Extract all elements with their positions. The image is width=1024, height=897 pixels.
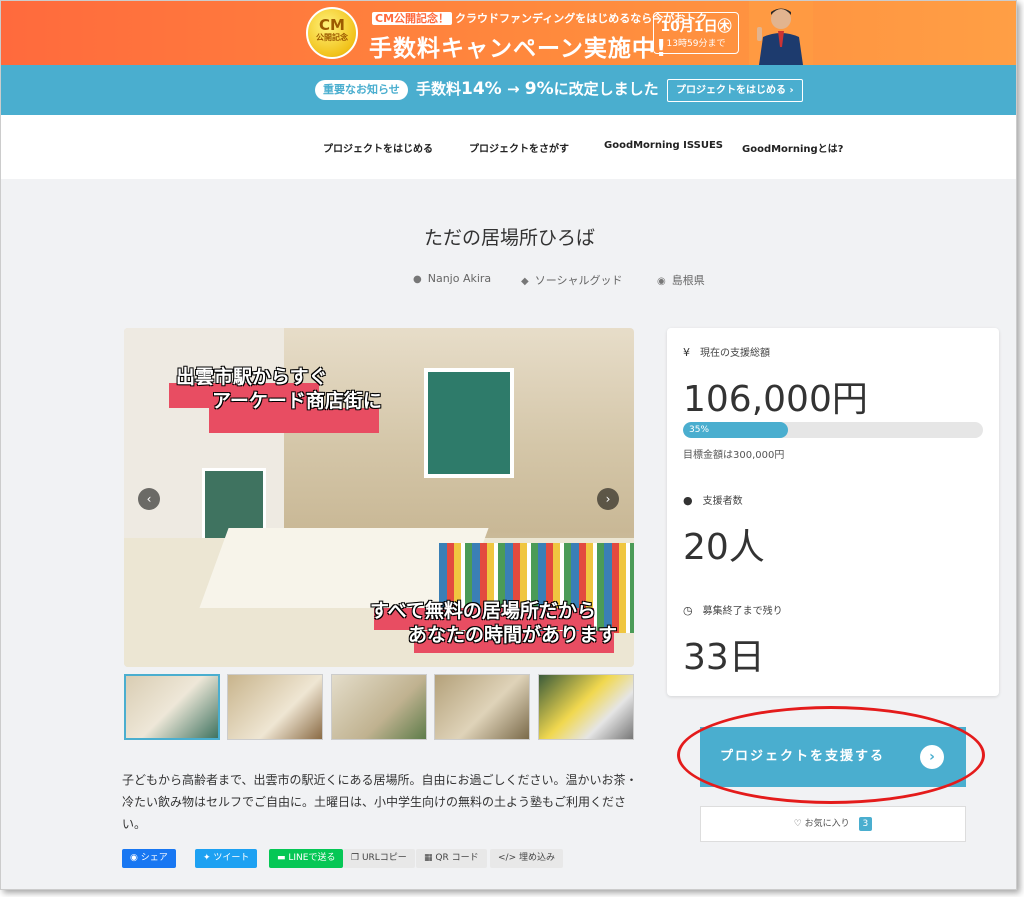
campaign-banner[interactable]: CM 公開記念 CM公開記念！ クラウドファンディングをはじめるなら今がおトク 手… bbox=[1, 1, 1016, 65]
remaining-label: ◷ 募集終了まで残り bbox=[683, 602, 783, 617]
twitter-share-label: ツイート bbox=[213, 853, 250, 863]
location-name: 島根県 bbox=[671, 274, 705, 287]
campaign-date: 10月1日㊍ bbox=[660, 19, 732, 35]
start-project-button[interactable]: プロジェクトをはじめる › bbox=[667, 79, 803, 102]
arrow-right-icon: › bbox=[920, 745, 944, 769]
main-nav: プロジェクトをはじめる プロジェクトをさがす GoodMorning ISSUE… bbox=[1, 115, 1016, 179]
yen-icon: ¥ bbox=[683, 346, 690, 359]
thumbnail[interactable] bbox=[227, 674, 323, 740]
amount-value: 106,000円 bbox=[683, 379, 868, 420]
qr-code-button[interactable]: ▦ QR コード bbox=[416, 849, 487, 868]
goal-amount: 目標金額は300,000円 bbox=[683, 450, 785, 461]
remaining-value: 33日 bbox=[683, 637, 765, 678]
notice-tag: 重要なお知らせ bbox=[315, 80, 408, 100]
funding-stats-card: ¥ 現在の支援総額 106,000円 35% 目標金額は300,000円 ● 支援者… bbox=[667, 328, 999, 696]
thumbnail[interactable] bbox=[538, 674, 634, 740]
notice-old-rate: 14% bbox=[461, 79, 502, 99]
notice-prefix: 手数料 bbox=[416, 80, 462, 98]
line-share-label: LINEで送る bbox=[288, 853, 336, 863]
funding-progress-fill: 35% bbox=[683, 422, 788, 438]
campaign-deadline: 10月1日㊍ 13時59分まで bbox=[653, 12, 739, 54]
twitter-icon: ✦ bbox=[203, 853, 214, 863]
qr-icon: ▦ bbox=[424, 853, 436, 863]
nav-issues[interactable]: GoodMorning ISSUES bbox=[604, 140, 723, 151]
campaign-subtitle-tag: CM公開記念！ bbox=[372, 12, 453, 25]
thumbnail-strip bbox=[124, 674, 634, 740]
spokesperson-image bbox=[749, 1, 813, 65]
backers-label: ● 支援者数 bbox=[683, 492, 743, 507]
embed-button[interactable]: </> 埋め込み bbox=[490, 849, 563, 868]
cm-badge: CM 公開記念 bbox=[306, 7, 358, 59]
clock-icon: ◷ bbox=[683, 604, 693, 617]
cm-badge-subtitle: 公開記念 bbox=[316, 33, 348, 42]
thumbnail[interactable] bbox=[331, 674, 427, 740]
nav-about[interactable]: GoodMorningとは? bbox=[742, 140, 843, 155]
user-icon: ● bbox=[413, 274, 422, 285]
project-author[interactable]: ● Nanjo Akira bbox=[413, 272, 491, 285]
copy-icon: ❐ bbox=[351, 853, 362, 863]
heart-icon: ♡ bbox=[793, 819, 802, 829]
line-share-button[interactable]: ▬ LINEで送る bbox=[269, 849, 344, 868]
nav-search-project[interactable]: プロジェクトをさがす bbox=[469, 140, 569, 155]
notice-arrow: → bbox=[506, 80, 520, 98]
favorite-button[interactable]: ♡ お気に入り 3 bbox=[700, 806, 966, 842]
amount-label: ¥ 現在の支援総額 bbox=[683, 344, 770, 359]
backers-label-text: 支援者数 bbox=[702, 496, 743, 507]
campaign-time: 13時59分まで bbox=[666, 39, 726, 49]
facebook-share-label: シェア bbox=[140, 853, 168, 863]
remaining-label-text: 募集終了まで残り bbox=[702, 606, 783, 617]
twitter-share-button[interactable]: ✦ ツイート bbox=[195, 849, 258, 868]
favorite-label: お気に入り bbox=[804, 819, 850, 829]
embed-label: 埋め込み bbox=[518, 853, 555, 863]
browser-page: CM 公開記念 CM公開記念！ クラウドファンディングをはじめるなら今がおトク 手… bbox=[0, 0, 1017, 890]
support-project-button[interactable]: プロジェクトを支援する › bbox=[700, 727, 966, 787]
thumbnail[interactable] bbox=[434, 674, 530, 740]
location-pin-icon: ◉ bbox=[657, 276, 666, 287]
notice-new-rate: 9% bbox=[524, 79, 554, 99]
project-location[interactable]: ◉ 島根県 bbox=[657, 272, 705, 288]
project-title: ただの居場所ひろば bbox=[423, 227, 595, 249]
support-button-label: プロジェクトを支援する bbox=[720, 749, 886, 764]
next-slide-button[interactable]: › bbox=[597, 488, 619, 510]
project-description: 子どもから高齢者まで、出雲市の駅近くにある居場所。自由にお過ごしください。温かい… bbox=[122, 773, 638, 831]
caption-top-line1: 出雲市駅からすぐ bbox=[176, 366, 328, 388]
code-icon: </> bbox=[498, 853, 519, 863]
funding-progress-bar: 35% bbox=[683, 422, 983, 438]
notice-text: 手数料14% → 9%に改定しました bbox=[416, 78, 659, 99]
author-name: Nanjo Akira bbox=[427, 272, 492, 285]
favorite-count: 3 bbox=[858, 817, 873, 831]
category-name: ソーシャルグッド bbox=[534, 274, 623, 287]
url-copy-label: URLコピー bbox=[361, 853, 407, 863]
facebook-share-button[interactable]: ◉ シェア bbox=[122, 849, 176, 868]
tag-icon: ◆ bbox=[521, 276, 529, 287]
nav-start-project[interactable]: プロジェクトをはじめる bbox=[323, 140, 433, 155]
backers-value: 20人 bbox=[683, 527, 765, 568]
user-icon: ● bbox=[683, 494, 693, 507]
qr-code-label: QR コード bbox=[435, 853, 479, 863]
project-image-slider[interactable]: 出雲市駅からすぐ アーケード商店街に すべて無料の居場所だから あなたの時間があ… bbox=[124, 328, 634, 667]
caption-bottom-line2: あなたの時間があります bbox=[408, 624, 618, 646]
amount-label-text: 現在の支援総額 bbox=[700, 348, 770, 359]
project-category[interactable]: ◆ ソーシャルグッド bbox=[521, 272, 622, 288]
notice-suffix: に改定しました bbox=[553, 80, 659, 98]
prev-slide-button[interactable]: ‹ bbox=[138, 488, 160, 510]
line-icon: ▬ bbox=[277, 853, 289, 863]
campaign-headline: 手数料キャンペーン実施中! bbox=[369, 36, 668, 62]
facebook-icon: ◉ bbox=[130, 853, 141, 863]
caption-bottom-line1: すべて無料の居場所だから bbox=[370, 600, 596, 622]
caption-top-line2: アーケード商店街に bbox=[212, 390, 382, 412]
url-copy-button[interactable]: ❐ URLコピー bbox=[343, 849, 415, 868]
thumbnail[interactable] bbox=[124, 674, 220, 740]
photo-interior-door bbox=[424, 368, 514, 478]
notice-bar: 重要なお知らせ 手数料14% → 9%に改定しました プロジェクトをはじめる › bbox=[1, 65, 1016, 115]
cm-badge-title: CM bbox=[319, 16, 345, 34]
